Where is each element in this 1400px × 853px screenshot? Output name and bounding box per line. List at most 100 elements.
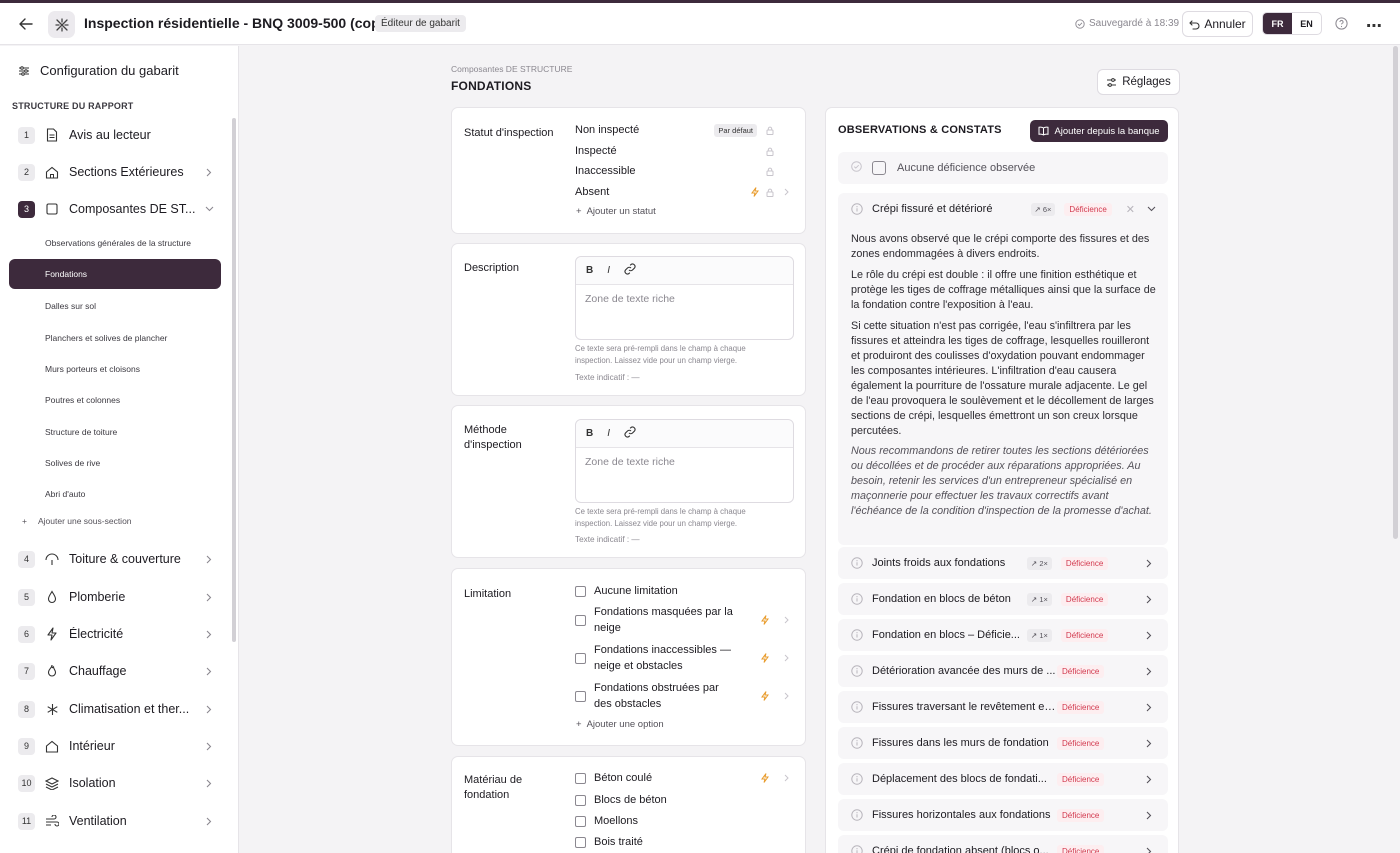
main-scrollbar[interactable] — [1393, 46, 1398, 539]
checkbox[interactable] — [575, 815, 586, 827]
sidebar-subitem[interactable]: Planchers et solives de plancher — [45, 333, 167, 343]
material-option[interactable]: Moellons — [575, 813, 791, 829]
lang-en-button[interactable]: EN — [1292, 13, 1321, 34]
sidebar-item-chauffage[interactable]: 7 Chauffage — [18, 660, 214, 682]
checkbox[interactable] — [575, 836, 586, 848]
chevron-down-icon[interactable] — [1147, 206, 1156, 212]
lang-fr-button[interactable]: FR — [1263, 13, 1292, 34]
check-circle-icon — [851, 161, 862, 175]
limitation-option[interactable]: Aucune limitation — [575, 583, 791, 599]
italic-icon[interactable]: I — [607, 428, 610, 439]
sidebar-item-electricite[interactable]: 6 Électricité — [18, 623, 214, 645]
chevron-right-icon[interactable] — [1146, 559, 1152, 568]
checkbox[interactable] — [575, 585, 586, 597]
sidebar-subitem-fondations[interactable]: Fondations — [9, 259, 221, 289]
chevron-right-icon[interactable] — [1146, 667, 1152, 676]
status-option[interactable]: Non inspecté Par défaut — [575, 121, 791, 139]
material-option[interactable]: Béton coulé — [575, 770, 791, 786]
observation-row[interactable]: Fissures horizontales aux fondations Déf… — [838, 799, 1168, 831]
more-options-icon[interactable]: ⋯ — [1366, 16, 1383, 36]
chevron-right-icon[interactable] — [1146, 595, 1152, 604]
close-icon[interactable]: ✕ — [1126, 203, 1135, 216]
add-subsection-button[interactable]: + Ajouter une sous-section — [22, 516, 132, 526]
bold-icon[interactable]: B — [586, 265, 593, 276]
sidebar-subitem[interactable]: Observations générales de la structure — [45, 238, 191, 248]
sidebar-item-exterieures[interactable]: 2 Sections Extérieures — [18, 161, 214, 183]
limitation-option[interactable]: Fondations obstruées par des obstacles — [575, 680, 791, 712]
observation-header[interactable]: Crépi fissuré et détérioré ↗ 6× Déficien… — [838, 193, 1168, 225]
add-from-bank-button[interactable]: Ajouter depuis la banque — [1030, 120, 1168, 142]
add-status-button[interactable]: + Ajouter un statut — [576, 206, 656, 217]
checkbox[interactable] — [575, 794, 586, 806]
sidebar-subitem[interactable]: Abri d'auto — [45, 489, 85, 499]
info-icon — [851, 629, 863, 641]
chevron-right-icon[interactable] — [1146, 631, 1152, 640]
sidebar-item-isolation[interactable]: 10 Isolation — [18, 772, 214, 794]
sidebar-subitem[interactable]: Solives de rive — [45, 458, 100, 468]
cancel-button[interactable]: Annuler — [1182, 11, 1253, 37]
section-number: 9 — [18, 737, 35, 755]
observation-title: Détérioration avancée des murs de ... — [872, 665, 1056, 677]
italic-icon[interactable]: I — [607, 265, 610, 276]
sidebar-item-toiture[interactable]: 4 Toiture & couverture — [18, 548, 214, 570]
observation-row[interactable]: Fissures traversant le revêtement ex... … — [838, 691, 1168, 723]
no-deficiency-label: Aucune déficience observée — [897, 162, 1036, 174]
sidebar-item-composantes[interactable]: 3 Composantes DE ST... — [18, 198, 214, 220]
observation-row[interactable]: Fondation en blocs – Déficie... ↗ 1× Déf… — [838, 619, 1168, 651]
observation-row[interactable]: Fissures dans les murs de fondation Défi… — [838, 727, 1168, 759]
chevron-right-icon[interactable] — [1146, 775, 1152, 784]
sidebar-config-header[interactable]: Configuration du gabarit — [18, 63, 179, 78]
sidebar-item-ventilation[interactable]: 11 Ventilation — [18, 810, 214, 832]
deficiency-badge: Déficience — [1057, 664, 1105, 678]
limitation-option[interactable]: Fondations inaccessibles — neige et obst… — [575, 642, 791, 674]
status-option[interactable]: Inaccessible — [575, 162, 791, 180]
material-option[interactable]: Blocs de béton — [575, 792, 791, 808]
material-option[interactable]: Bois traité — [575, 834, 791, 850]
chevron-right-icon[interactable] — [781, 692, 791, 700]
sidebar-item-plomberie[interactable]: 5 Plomberie — [18, 586, 214, 608]
sidebar-item-climatisation[interactable]: 8 Climatisation et ther... — [18, 698, 214, 720]
sidebar-item-avis[interactable]: 1 Avis au lecteur — [18, 124, 214, 146]
no-deficiency-row[interactable]: Aucune déficience observée — [838, 152, 1168, 184]
observation-row[interactable]: Joints froids aux fondations ↗ 2× Défici… — [838, 547, 1168, 579]
chevron-right-icon[interactable] — [1146, 739, 1152, 748]
checkbox[interactable] — [575, 690, 586, 702]
sidebar-scrollbar[interactable] — [232, 118, 236, 642]
sidebar-subitem[interactable]: Dalles sur sol — [45, 301, 96, 311]
observation-row[interactable]: Crépi de fondation absent (blocs o... Dé… — [838, 835, 1168, 853]
saved-status: Sauvegardé à 18:39 — [1075, 18, 1179, 29]
checkbox[interactable] — [575, 614, 586, 626]
limitation-option[interactable]: Fondations masquées par la neige — [575, 604, 791, 636]
add-option-button[interactable]: + Ajouter une option — [576, 719, 664, 730]
observation-row[interactable]: Déplacement des blocs de fondati... Défi… — [838, 763, 1168, 795]
observation-row[interactable]: Détérioration avancée des murs de ... Dé… — [838, 655, 1168, 687]
help-icon[interactable] — [1335, 17, 1348, 35]
back-arrow-icon[interactable] — [16, 14, 36, 34]
option-text: Béton coulé — [594, 772, 653, 784]
chevron-right-icon[interactable] — [781, 188, 791, 196]
sidebar-item-interieur[interactable]: 9 Intérieur — [18, 735, 214, 757]
description-editor[interactable]: B I Zone de texte riche — [575, 256, 794, 340]
chevron-right-icon[interactable] — [1146, 811, 1152, 820]
checkbox[interactable] — [575, 772, 586, 784]
sidebar-subitem[interactable]: Murs porteurs et cloisons — [45, 364, 140, 374]
observation-row[interactable]: Fondation en blocs de béton ↗ 1× Déficie… — [838, 583, 1168, 615]
sidebar-subitem[interactable]: Structure de toiture — [45, 427, 117, 437]
method-editor[interactable]: B I Zone de texte riche — [575, 419, 794, 503]
checkbox[interactable] — [575, 652, 586, 664]
status-option[interactable]: Absent — [575, 183, 791, 201]
link-icon[interactable] — [624, 263, 636, 278]
chevron-right-icon[interactable] — [1146, 703, 1152, 712]
chevron-right-icon[interactable] — [781, 654, 791, 662]
link-icon[interactable] — [624, 426, 636, 441]
settings-button[interactable]: Réglages — [1097, 69, 1180, 95]
sidebar-subitem[interactable]: Poutres et colonnes — [45, 395, 120, 405]
chevron-right-icon[interactable] — [781, 616, 791, 624]
chevron-right-icon[interactable] — [1146, 847, 1152, 853]
status-option[interactable]: Inspecté — [575, 142, 791, 160]
bold-icon[interactable]: B — [586, 428, 593, 439]
checkbox[interactable] — [872, 161, 886, 175]
deficiency-badge: Déficience — [1060, 592, 1109, 606]
chevron-right-icon[interactable] — [781, 774, 791, 782]
info-icon — [851, 593, 863, 605]
